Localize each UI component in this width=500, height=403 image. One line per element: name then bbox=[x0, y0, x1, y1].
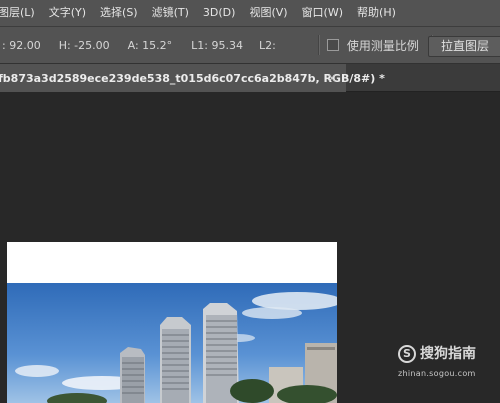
menu-3d[interactable]: 3D(D) bbox=[196, 0, 243, 26]
sogou-logo-icon: S bbox=[398, 345, 416, 363]
sogou-watermark: S 搜狗指南 zhinan.sogou.com bbox=[398, 345, 500, 381]
menu-type[interactable]: 文字(Y) bbox=[42, 0, 93, 26]
watermark-text: 搜狗指南 bbox=[420, 346, 476, 362]
l2-value: L2: bbox=[259, 38, 276, 52]
menu-help[interactable]: 帮助(H) bbox=[350, 0, 403, 26]
watermark-url: zhinan.sogou.com bbox=[398, 369, 476, 378]
cityscape-photo bbox=[7, 283, 337, 403]
menu-select[interactable]: 选择(S) bbox=[93, 0, 145, 26]
menu-layer[interactable]: 图层(L) bbox=[0, 0, 42, 26]
x-value: : 92.00 bbox=[2, 38, 41, 52]
document-canvas[interactable] bbox=[7, 242, 337, 403]
menu-window[interactable]: 窗口(W) bbox=[295, 0, 350, 26]
l1-value: L1: 95.34 bbox=[191, 38, 243, 52]
close-icon[interactable]: × bbox=[327, 64, 337, 92]
options-bar: : 92.00 H: -25.00 A: 15.2° L1: 95.34 L2:… bbox=[0, 26, 500, 64]
angle-value: A: 15.2° bbox=[127, 38, 173, 52]
document-tab[interactable]: fb873a3d2589ece239de538_t015d6c07cc6a2b8… bbox=[0, 64, 385, 92]
canvas-white-area bbox=[7, 242, 337, 283]
document-tab-bar: fb873a3d2589ece239de538_t015d6c07cc6a2b8… bbox=[0, 64, 500, 92]
measure-scale-checkbox[interactable] bbox=[326, 39, 339, 51]
menu-bar: 图层(L) 文字(Y) 选择(S) 滤镜(T) 3D(D) 视图(V) 窗口(W… bbox=[0, 0, 500, 26]
h-value: H: -25.00 bbox=[58, 38, 110, 52]
menu-view[interactable]: 视图(V) bbox=[242, 0, 294, 26]
menu-filter[interactable]: 滤镜(T) bbox=[145, 0, 196, 26]
straighten-layer-button[interactable]: 拉直图层 bbox=[428, 36, 500, 57]
measure-scale-label: 使用测量比例 bbox=[346, 38, 419, 53]
options-separator bbox=[317, 35, 319, 55]
